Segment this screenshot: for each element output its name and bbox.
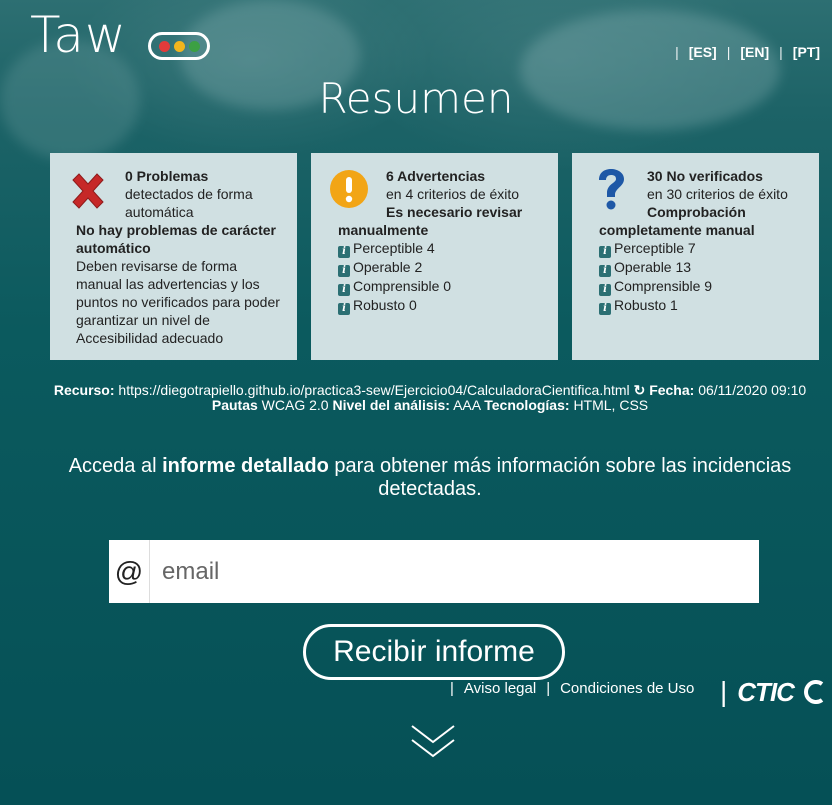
level-value: AAA — [453, 397, 481, 413]
unverified-header: 30 No verificados en 30 criterios de éxi… — [647, 167, 812, 221]
green-dot — [188, 40, 200, 52]
warnings-status-line2: manualmente — [338, 222, 429, 238]
ctic-arc-icon — [804, 680, 824, 704]
question-mark-icon — [599, 169, 624, 210]
tech-value: HTML, CSS — [573, 397, 649, 413]
problems-header: 0 Problemas detectados de forma automáti… — [125, 167, 290, 221]
unverified-item[interactable]: i Robusto 1 — [599, 296, 805, 315]
problems-count: 0 Problemas — [125, 168, 209, 184]
warnings-status-line1: Es necesario revisar — [386, 204, 523, 220]
lang-pt-link[interactable]: [PT] — [793, 44, 820, 60]
info-icon: i — [599, 284, 611, 296]
lang-es-link[interactable]: [ES] — [689, 44, 717, 60]
at-icon: @ — [109, 540, 150, 603]
warnings-item[interactable]: i Comprensible 0 — [338, 277, 544, 296]
unverified-item[interactable]: i Operable 13 — [599, 258, 805, 277]
ctic-logo[interactable]: | CTIC — [720, 676, 828, 707]
info-icon: i — [338, 303, 350, 315]
warnings-card: 6 Advertencias en 4 criterios de éxito E… — [311, 153, 558, 360]
terms-of-use-link[interactable]: Condiciones de Uso — [560, 680, 694, 697]
email-form: @ — [109, 540, 759, 603]
unverified-count: 30 No verificados — [647, 168, 763, 184]
warning-exclamation-icon — [330, 170, 368, 208]
problems-body: No hay problemas de carácter automático … — [76, 221, 283, 347]
problems-note: Deben revisarse de forma manual las adve… — [76, 258, 280, 346]
ctic-brand: CTIC — [737, 676, 795, 707]
resource-url[interactable]: https://diegotrapiello.github.io/practic… — [118, 382, 629, 398]
language-selector: | [ES] | [EN] | [PT] — [675, 44, 820, 60]
unverified-item[interactable]: i Perceptible 7 — [599, 239, 805, 258]
warnings-header: 6 Advertencias en 4 criterios de éxito E… — [386, 167, 551, 221]
warnings-item[interactable]: i Robusto 0 — [338, 296, 544, 315]
error-x-icon — [72, 173, 104, 209]
lang-en-link[interactable]: [EN] — [740, 44, 769, 60]
legal-notice-link[interactable]: Aviso legal — [464, 680, 536, 697]
detailed-report-link: informe detallado — [162, 455, 329, 477]
problems-status: No hay problemas de carácter automático — [76, 222, 276, 256]
footer-links: | Aviso legal | Condiciones de Uso — [450, 680, 695, 697]
warnings-body: manualmente i Perceptible 4 i Operable 2 i… — [338, 221, 544, 315]
unverified-status-line2: completamente manual — [599, 222, 755, 238]
yellow-dot — [173, 40, 185, 52]
info-icon: i — [599, 246, 611, 258]
info-icon: i — [338, 284, 350, 296]
guidelines-value: WCAG 2.0 — [261, 397, 329, 413]
problems-card: 0 Problemas detectados de forma automáti… — [50, 153, 297, 360]
resource-info: Recurso: https://diegotrapiello.github.i… — [53, 382, 807, 413]
logo-text: Taw — [30, 6, 127, 64]
unverified-status-line1: Comprobación — [647, 204, 746, 220]
refresh-icon[interactable]: ↻ — [634, 382, 646, 398]
analysis-date: 06/11/2020 09:10 — [698, 382, 807, 398]
receive-report-button[interactable]: Recibir informe — [303, 624, 565, 680]
unverified-item[interactable]: i Comprensible 9 — [599, 277, 805, 296]
info-icon: i — [338, 246, 350, 258]
problems-sub: detectados de forma automática — [125, 186, 253, 220]
unverified-sub: en 30 criterios de éxito — [647, 186, 788, 202]
warnings-item[interactable]: i Operable 2 — [338, 258, 544, 277]
info-icon: i — [599, 303, 611, 315]
email-input[interactable] — [150, 540, 759, 603]
info-icon: i — [338, 265, 350, 277]
unverified-card: 30 No verificados en 30 criterios de éxi… — [572, 153, 819, 360]
unverified-body: completamente manual i Perceptible 7 i Ope… — [599, 221, 805, 315]
page-title: Resumen — [318, 74, 514, 123]
report-cta-text: Acceda al informe detallado para obtener… — [68, 455, 792, 500]
traffic-light-icon — [148, 32, 210, 60]
warnings-sub: en 4 criterios de éxito — [386, 186, 520, 202]
warnings-item[interactable]: i Perceptible 4 — [338, 239, 544, 258]
info-icon: i — [599, 265, 611, 277]
warnings-count: 6 Advertencias — [386, 168, 486, 184]
red-dot — [158, 40, 170, 52]
scroll-down-chevron-icon[interactable] — [408, 722, 458, 762]
